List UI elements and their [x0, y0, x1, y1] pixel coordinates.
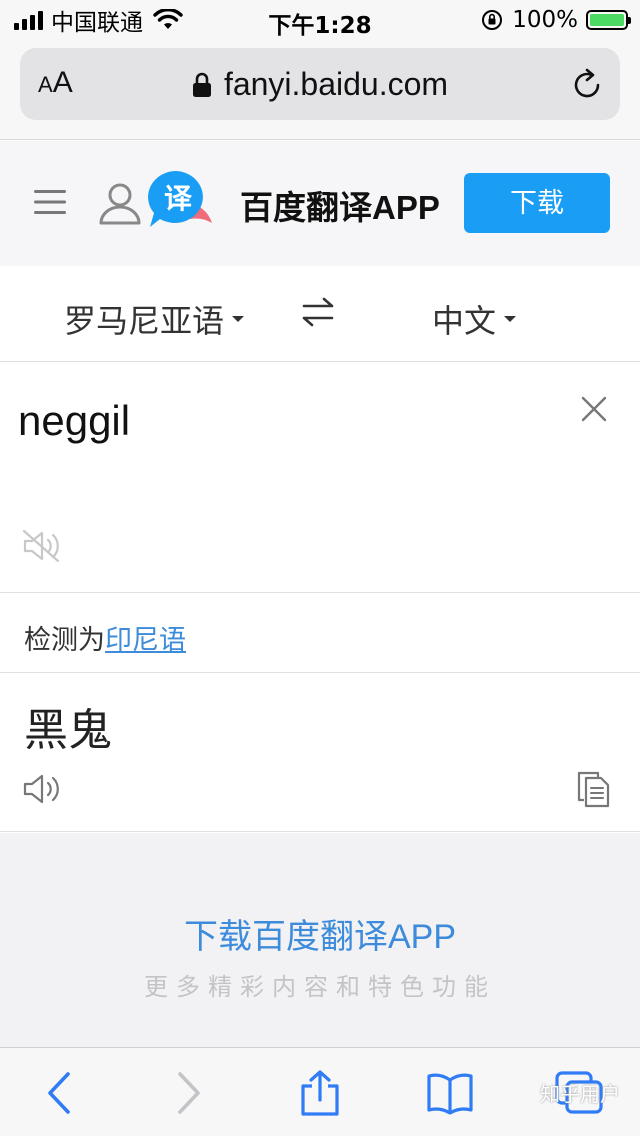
lock-icon	[192, 72, 211, 97]
url-display[interactable]: fanyi.baidu.com	[20, 66, 620, 103]
detect-text: 检测为印尼语	[24, 618, 186, 657]
status-right: 100%	[480, 6, 631, 34]
caret-down-icon	[504, 316, 517, 322]
app-logo-char: 译	[164, 182, 193, 215]
clear-icon[interactable]	[580, 395, 608, 423]
orientation-lock-icon	[482, 10, 503, 30]
promo-title-link[interactable]: 下载百度翻译APP	[0, 909, 640, 958]
battery-level-fill	[590, 14, 624, 26]
download-promo: 下载百度翻译APP 更多精彩内容和特色功能	[0, 833, 640, 1047]
user-icon[interactable]	[98, 181, 142, 225]
source-language-select[interactable]: 罗马尼亚语	[64, 296, 245, 342]
promo-subtitle: 更多精彩内容和特色功能	[144, 974, 496, 1001]
source-language-label: 罗马尼亚语	[64, 303, 225, 339]
watermark: 知乎用户	[540, 1082, 620, 1106]
battery-percent: 100%	[512, 7, 578, 33]
menu-icon[interactable]	[34, 189, 66, 215]
status-bar: 中国联通 下午1:28 100%	[0, 0, 640, 40]
battery-charging-icon	[586, 10, 631, 30]
source-text[interactable]: neggil	[18, 397, 130, 445]
speaker-muted-icon	[22, 529, 60, 563]
language-detect-row: 检测为印尼语	[0, 594, 640, 673]
copy-icon[interactable]	[576, 770, 610, 808]
url-text: fanyi.baidu.com	[223, 66, 449, 102]
address-bar[interactable]: AA fanyi.baidu.com	[20, 48, 620, 120]
translation-result: 黑鬼	[0, 674, 640, 832]
caret-down-icon	[232, 316, 245, 322]
result-text: 黑鬼	[24, 706, 112, 755]
browser-chrome: AA fanyi.baidu.com	[0, 40, 640, 140]
detected-language-link[interactable]: 印尼语	[105, 625, 186, 655]
back-icon[interactable]	[44, 1070, 76, 1116]
source-text-area[interactable]: neggil	[0, 363, 640, 593]
swap-icon[interactable]	[300, 296, 336, 328]
speaker-icon[interactable]	[22, 772, 60, 806]
download-button[interactable]: 下载	[464, 173, 610, 233]
forward-icon[interactable]	[172, 1070, 204, 1116]
detect-prefix: 检测为	[24, 625, 105, 655]
language-bar: 罗马尼亚语 中文	[0, 266, 640, 362]
bookmarks-icon[interactable]	[426, 1070, 474, 1116]
site-header: 译 百度翻译APP 下载	[0, 141, 640, 266]
share-icon[interactable]	[298, 1070, 342, 1116]
reload-icon[interactable]	[570, 68, 604, 102]
target-language-select[interactable]: 中文	[432, 296, 517, 342]
target-language-label: 中文	[432, 303, 497, 339]
app-logo-icon: 译	[148, 171, 212, 227]
app-title: 百度翻译APP	[240, 189, 440, 226]
